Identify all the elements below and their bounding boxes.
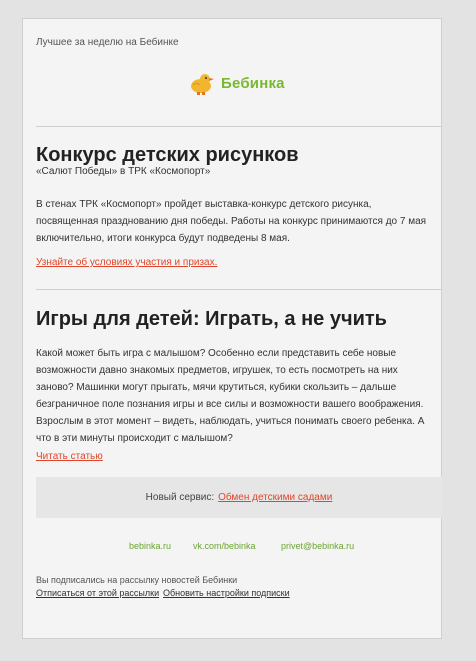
footer-link-email[interactable]: privet@bebinka.ru <box>281 541 354 551</box>
subscription-notice: Вы подписались на рассылку новостей Беби… <box>36 575 238 585</box>
duck-icon <box>191 74 214 95</box>
article2-link[interactable]: Читать статью <box>36 451 103 462</box>
divider <box>36 126 442 127</box>
service-label: Новый сервис: <box>145 492 215 503</box>
update-settings-link[interactable]: Обновить настройки подписки <box>163 588 290 598</box>
footer-link-site[interactable]: bebinka.ru <box>129 541 171 551</box>
logo-wordmark: Бебинка <box>221 74 285 92</box>
article1-title: Конкурс детских рисунков <box>36 144 299 166</box>
newsletter-card: Лучшее за неделю на Бебинке Бебинка Конк… <box>22 18 442 639</box>
divider <box>36 289 442 290</box>
article1-link[interactable]: Узнайте об условиях участия и призах. <box>36 257 217 268</box>
bebinka-logo[interactable]: Бебинка <box>187 71 285 95</box>
footer-link-vk[interactable]: vk.com/bebinka <box>193 541 256 551</box>
article1-subtitle: «Салют Победы» в ТРК «Космопорт» <box>36 166 211 177</box>
service-box: Новый сервис: Обмен детскими садами <box>36 477 442 518</box>
article1-body: В стенах ТРК «Космопорт» пройдет выставк… <box>36 199 427 244</box>
article2-title: Игры для детей: Играть, а не учить <box>36 308 387 330</box>
service-link[interactable]: Обмен детскими садами <box>218 492 332 503</box>
article2-body: Какой может быть игра с малышом? Особенн… <box>36 348 425 444</box>
preheader-text: Лучшее за неделю на Бебинке <box>36 37 179 48</box>
unsubscribe-link[interactable]: Отписаться от этой рассылки <box>36 588 159 598</box>
